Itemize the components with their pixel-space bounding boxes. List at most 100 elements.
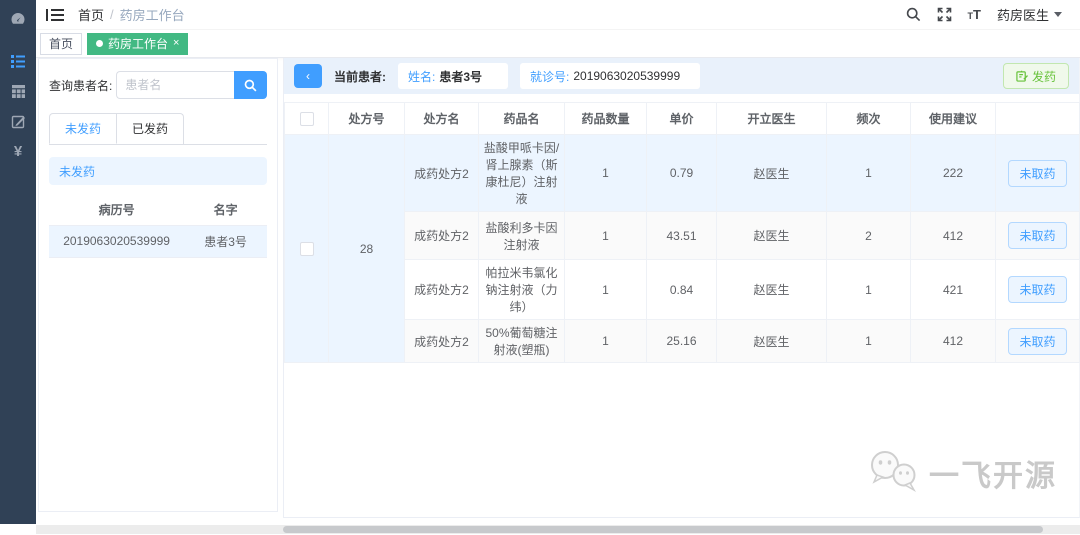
col-doctor: 开立医生 xyxy=(716,102,827,135)
breadcrumb: 首页 / 药房工作台 xyxy=(78,5,185,24)
frequency: 2 xyxy=(826,211,911,260)
drug-qty: 1 xyxy=(564,319,647,363)
advice: 421 xyxy=(910,259,996,320)
user-name: 药房医生 xyxy=(996,8,1049,23)
unit-price: 43.51 xyxy=(646,211,717,260)
drug-qty: 1 xyxy=(564,134,647,212)
patient-list: 病历号 名字 2019063020539999 患者3号 xyxy=(49,195,267,258)
dispense-icon xyxy=(1016,70,1028,82)
rx-name: 成药处方2 xyxy=(404,134,479,212)
col-unit-price: 单价 xyxy=(646,102,717,135)
table-row[interactable]: 成药处方2 盐酸利多卡因注射液 1 43.51 赵医生 2 412 未取药 xyxy=(285,211,1080,260)
patient-name-box: 姓名: 患者3号 xyxy=(398,63,508,89)
col-rx-no: 处方号 xyxy=(328,102,405,135)
breadcrumb-separator: / xyxy=(110,7,114,22)
tag-home[interactable]: 首页 xyxy=(40,32,83,55)
col-name: 名字 xyxy=(184,195,267,226)
advice: 412 xyxy=(910,319,996,363)
back-button[interactable]: ‹ xyxy=(294,64,322,88)
not-taken-button[interactable]: 未取药 xyxy=(1008,159,1067,187)
tag-pharmacy-workbench[interactable]: 药房工作台 × xyxy=(87,32,189,55)
watermark: 一飞开源 xyxy=(865,447,1057,499)
visit-no-box: 就诊号: 2019063020539999 xyxy=(520,63,700,89)
table-row[interactable]: 成药处方2 50%葡萄糖注射液(塑瓶) 1 25.16 赵医生 1 412 未取… xyxy=(285,319,1080,363)
table-row[interactable]: 28 成药处方2 盐酸甲哌卡因/肾上腺素（斯康杜尼）注射液 1 0.79 赵医生… xyxy=(284,134,1080,363)
patient-panel: 查询患者名: 未发药 已发药 未发药 病历号 名字 20190630205399… xyxy=(38,58,278,512)
money-icon[interactable]: ¥ xyxy=(0,136,36,166)
patient-name-input[interactable] xyxy=(116,71,235,99)
font-size-icon[interactable]: TT xyxy=(968,7,981,22)
fullscreen-icon[interactable] xyxy=(937,7,952,22)
status-alert: 未发药 xyxy=(49,157,267,185)
table-row[interactable]: 成药处方2 帕拉米韦氯化钠注射液（力纬） 1 0.84 赵医生 1 421 未取… xyxy=(285,259,1080,320)
not-taken-button[interactable]: 未取药 xyxy=(1008,327,1067,355)
tab-not-dispensed[interactable]: 未发药 xyxy=(49,113,118,144)
col-advice: 使用建议 xyxy=(910,102,996,135)
doctor: 赵医生 xyxy=(716,134,827,212)
scrollbar-thumb[interactable] xyxy=(283,526,1043,533)
patient-row[interactable]: 2019063020539999 患者3号 xyxy=(49,225,267,258)
table-header-row: 处方号 处方名 药品名 药品数量 单价 开立医生 频次 使用建议 xyxy=(284,102,1080,135)
table-icon[interactable] xyxy=(0,76,36,106)
unit-price: 0.84 xyxy=(646,259,717,320)
col-action xyxy=(995,102,1080,135)
active-dot xyxy=(96,40,104,47)
dispense-button[interactable]: 发药 xyxy=(1002,63,1069,89)
patient-name: 患者3号 xyxy=(184,225,267,258)
unit-price: 25.16 xyxy=(646,319,717,363)
user-dropdown[interactable]: 药房医生 xyxy=(997,5,1062,24)
patient-search-row: 查询患者名: xyxy=(49,71,267,99)
col-drug-name: 药品名 xyxy=(478,102,565,135)
header-actions: TT 药房医生 xyxy=(906,5,1080,24)
col-record-no: 病历号 xyxy=(49,195,185,226)
current-patient-label: 当前患者: xyxy=(334,69,386,84)
patient-toolbar: ‹ 当前患者: 姓名: 患者3号 就诊号: 2019063020539999 发… xyxy=(284,58,1079,94)
col-qty: 药品数量 xyxy=(564,102,647,135)
side-rail: ¥ xyxy=(0,0,36,524)
advice: 412 xyxy=(910,211,996,260)
unit-price: 0.79 xyxy=(646,134,717,212)
not-taken-button[interactable]: 未取药 xyxy=(1008,222,1067,249)
select-all-checkbox[interactable] xyxy=(299,111,314,126)
prescription-table: 处方号 处方名 药品名 药品数量 单价 开立医生 频次 使用建议 28 成药处方… xyxy=(284,102,1080,363)
dispense-tabs: 未发药 已发药 xyxy=(49,113,267,145)
worklist-icon[interactable] xyxy=(0,46,36,76)
doctor: 赵医生 xyxy=(716,259,827,320)
watermark-text: 一飞开源 xyxy=(929,460,1057,493)
horizontal-scrollbar xyxy=(36,525,1080,534)
advice: 222 xyxy=(910,134,996,212)
tag-close-icon[interactable]: × xyxy=(173,38,179,49)
edit-icon[interactable] xyxy=(0,106,36,136)
patient-record-no: 2019063020539999 xyxy=(49,225,185,258)
rx-name: 成药处方2 xyxy=(404,211,479,260)
rx-name: 成药处方2 xyxy=(404,259,479,320)
drug-name: 50%葡萄糖注射液(塑瓶) xyxy=(478,319,565,363)
search-label: 查询患者名: xyxy=(49,78,113,93)
doctor: 赵医生 xyxy=(716,211,827,260)
breadcrumb-current: 药房工作台 xyxy=(119,8,185,23)
top-header: 首页 / 药房工作台 TT 药房医生 xyxy=(36,0,1080,30)
chevron-down-icon xyxy=(1054,12,1062,17)
tab-dispensed[interactable]: 已发药 xyxy=(117,113,185,144)
search-icon[interactable] xyxy=(906,7,921,22)
frequency: 1 xyxy=(826,259,911,320)
dashboard-icon[interactable] xyxy=(0,4,36,34)
magnifier-icon xyxy=(244,79,257,91)
search-button[interactable] xyxy=(234,71,267,99)
tags-bar: 首页 药房工作台 × xyxy=(36,30,1080,58)
col-rx-name: 处方名 xyxy=(404,102,479,135)
rx-name: 成药处方2 xyxy=(404,319,479,363)
prescription-no: 28 xyxy=(328,134,405,363)
drug-name: 盐酸利多卡因注射液 xyxy=(478,211,565,260)
doctor: 赵医生 xyxy=(716,319,827,363)
col-frequency: 频次 xyxy=(826,102,911,135)
drug-name: 盐酸甲哌卡因/肾上腺素（斯康杜尼）注射液 xyxy=(478,134,565,212)
drug-qty: 1 xyxy=(564,259,647,320)
frequency: 1 xyxy=(826,134,911,212)
frequency: 1 xyxy=(826,319,911,363)
drug-name: 帕拉米韦氯化钠注射液（力纬） xyxy=(478,259,565,320)
row-checkbox[interactable] xyxy=(299,241,314,256)
hamburger-icon[interactable] xyxy=(46,8,64,22)
breadcrumb-home[interactable]: 首页 xyxy=(78,5,104,24)
not-taken-button[interactable]: 未取药 xyxy=(1008,276,1067,303)
